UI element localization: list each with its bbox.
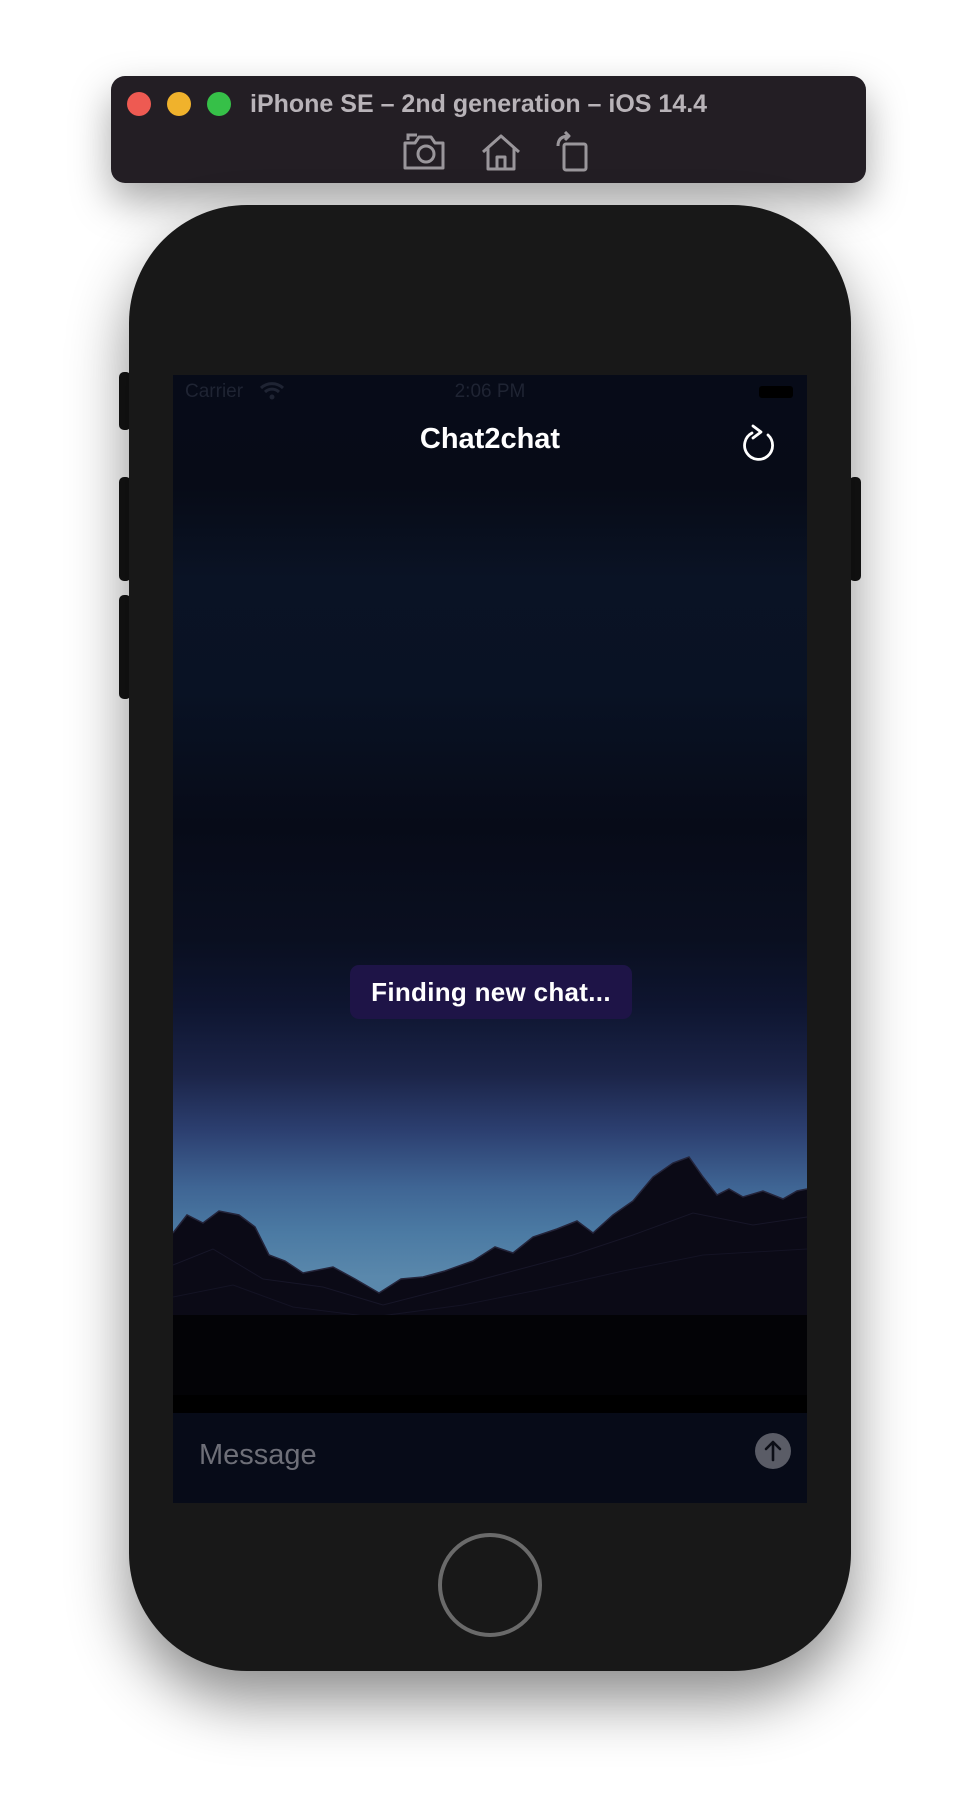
home-button[interactable] — [438, 1533, 542, 1637]
arrow-up-icon — [764, 1440, 782, 1462]
app-screen: Carrier 2:06 PM Chat2chat Finding new ch… — [173, 375, 807, 1503]
home-icon[interactable] — [478, 131, 524, 173]
send-button[interactable] — [755, 1433, 791, 1469]
mountain-background — [173, 1156, 807, 1395]
close-window-button[interactable] — [127, 92, 151, 116]
nav-title: Chat2chat — [419, 423, 561, 455]
battery-icon — [759, 386, 793, 398]
message-input[interactable] — [183, 1433, 723, 1477]
navigation-bar: Chat2chat — [173, 409, 807, 485]
simulator-title: iPhone SE – 2nd generation – iOS 14.4 — [250, 90, 708, 118]
status-time: 2:06 PM — [454, 381, 526, 402]
minimize-window-button[interactable] — [167, 92, 191, 116]
zoom-window-button[interactable] — [207, 92, 231, 116]
message-composer — [173, 1413, 807, 1503]
refresh-icon — [743, 424, 774, 461]
screenshot-icon[interactable] — [401, 131, 447, 173]
finding-chat-toast: Finding new chat... — [350, 965, 632, 1019]
background-footer — [173, 1395, 807, 1413]
rotate-icon[interactable] — [550, 130, 596, 173]
status-bar: Carrier 2:06 PM — [173, 375, 807, 409]
refresh-button[interactable] — [740, 421, 780, 467]
